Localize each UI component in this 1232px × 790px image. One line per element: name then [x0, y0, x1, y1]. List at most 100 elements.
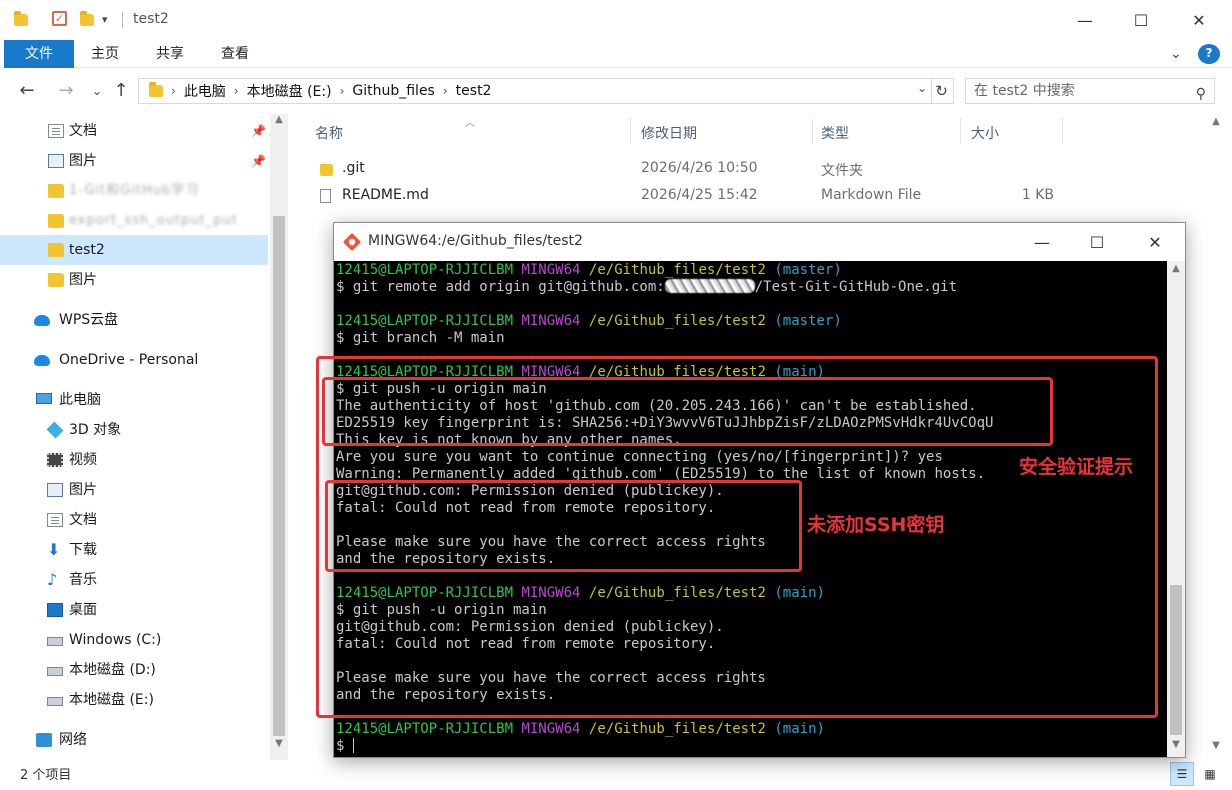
- nav-item-network[interactable]: 网络: [0, 725, 268, 755]
- recent-locations-button[interactable]: ⌄: [86, 84, 108, 98]
- computer-icon: [36, 393, 52, 404]
- new-folder-icon[interactable]: [80, 11, 96, 27]
- nav-item-pictures-folder[interactable]: 图片: [0, 265, 268, 295]
- column-type[interactable]: 类型: [821, 123, 849, 143]
- back-button[interactable]: ←: [16, 80, 38, 101]
- nav-item-onedrive[interactable]: OneDrive - Personal: [0, 345, 268, 375]
- picture-icon: [48, 154, 64, 168]
- content-scrollbar[interactable]: ▲ ▼: [1207, 40, 1225, 760]
- nav-item-label: 本地磁盘 (D:): [69, 662, 156, 678]
- nav-item-test2[interactable]: test2: [0, 235, 268, 265]
- nav-item-this-pc[interactable]: 此电脑: [0, 385, 268, 415]
- column-modified[interactable]: 修改日期: [641, 123, 697, 143]
- scroll-down-icon[interactable]: ▼: [270, 738, 288, 749]
- nav-item-pictures-pinned[interactable]: 图片 📌: [0, 146, 268, 176]
- terminal-close-button[interactable]: ✕: [1127, 223, 1183, 261]
- pin-icon: 📌: [251, 124, 266, 138]
- nav-item-3d-objects[interactable]: 3D 对象: [0, 415, 268, 445]
- tab-view[interactable]: 查看: [205, 40, 265, 68]
- properties-check-icon[interactable]: ✓: [52, 11, 68, 27]
- large-icons-view-button[interactable]: ▦: [1198, 762, 1222, 786]
- nav-item-label: test2: [69, 242, 105, 258]
- cloud-icon: [34, 315, 50, 326]
- nav-item-label: 桌面: [69, 602, 97, 618]
- file-row[interactable]: .git 2026/4/26 10:50 文件夹: [300, 156, 1232, 182]
- nav-item-drive-e[interactable]: 本地磁盘 (E:): [0, 685, 268, 715]
- terminal-scrollbar[interactable]: ▲ ▼: [1167, 261, 1185, 757]
- breadcrumb-test2[interactable]: test2: [456, 83, 492, 99]
- nav-pane-scrollbar[interactable]: ▲ ▼: [270, 114, 288, 760]
- scroll-up-icon[interactable]: ▲: [1167, 263, 1185, 274]
- search-input[interactable]: 在 test2 中搜索 ⚲: [965, 78, 1215, 104]
- minimize-button[interactable]: —: [1056, 0, 1114, 40]
- folder-icon: [149, 82, 163, 97]
- column-divider[interactable]: [1062, 118, 1063, 144]
- prompt-env: MINGW64: [521, 262, 581, 278]
- nav-item-blurred-folder[interactable]: 1-Git和GitHub学习: [0, 176, 268, 206]
- nav-item-pictures[interactable]: 图片: [0, 475, 268, 505]
- terminal-title-bar[interactable]: MINGW64:/e/Github_files/test2 — ☐ ✕: [334, 223, 1185, 261]
- drive-icon: [47, 667, 63, 676]
- scroll-down-icon[interactable]: ▼: [1207, 740, 1225, 751]
- address-bar[interactable]: › 此电脑 › 本地磁盘 (E:) › Github_files › test2…: [138, 78, 932, 104]
- nav-item-drive-d[interactable]: 本地磁盘 (D:): [0, 655, 268, 685]
- prompt-env: MINGW64: [521, 721, 581, 737]
- nav-item-drive-c[interactable]: Windows (C:): [0, 625, 268, 655]
- column-divider[interactable]: [812, 118, 813, 144]
- tab-file[interactable]: 文件: [4, 40, 74, 68]
- column-name[interactable]: 名称: [315, 123, 343, 143]
- prompt-user: 12415@LAPTOP-RJJICLBM: [336, 721, 514, 737]
- details-view-button[interactable]: ☰: [1170, 762, 1194, 786]
- prompt-user: 12415@LAPTOP-RJJICLBM: [336, 313, 514, 329]
- scroll-down-icon[interactable]: ▼: [1167, 739, 1185, 750]
- nav-item-documents[interactable]: 文档: [0, 505, 268, 535]
- nav-item-videos[interactable]: 视频: [0, 445, 268, 475]
- nav-item-desktop[interactable]: 桌面: [0, 595, 268, 625]
- nav-item-wps-cloud[interactable]: WPS云盘: [0, 305, 268, 335]
- scroll-up-icon[interactable]: ▲: [270, 114, 288, 125]
- terminal-text: $ git remote add origin git@github.com:: [336, 279, 665, 295]
- file-list-header: ︿ 名称 修改日期 类型 大小: [300, 114, 1232, 148]
- scrollbar-thumb[interactable]: [1170, 585, 1182, 735]
- maximize-button[interactable]: ☐: [1112, 0, 1170, 40]
- nav-item-documents-pinned[interactable]: 文档 📌: [0, 116, 268, 146]
- redaction-scribble: [664, 279, 755, 293]
- breadcrumb-this-pc[interactable]: 此电脑: [184, 81, 226, 101]
- tab-home[interactable]: 主页: [75, 40, 135, 68]
- folder-icon[interactable]: [14, 11, 30, 27]
- up-button[interactable]: ↑: [110, 80, 132, 101]
- prompt-path: /e/Github_files/test2: [588, 262, 766, 278]
- folder-icon: [48, 184, 64, 198]
- forward-button[interactable]: →: [55, 80, 77, 101]
- item-count: 2 个项目: [20, 768, 72, 783]
- terminal-prompt-line: 12415@LAPTOP-RJJICLBM MINGW64 /e/Github_…: [336, 262, 1167, 279]
- scroll-up-icon[interactable]: ▲: [1207, 116, 1225, 127]
- annotation-security-prompt: 安全验证提示: [1019, 456, 1134, 478]
- prompt-env: MINGW64: [521, 313, 581, 329]
- terminal-minimize-button[interactable]: —: [1014, 223, 1070, 261]
- column-divider[interactable]: [960, 118, 961, 144]
- folder-icon: [48, 243, 64, 257]
- column-size[interactable]: 大小: [971, 123, 999, 143]
- terminal-input-line: $: [336, 738, 1167, 755]
- download-icon: ⬇: [47, 540, 61, 559]
- address-dropdown-icon[interactable]: ⌄: [917, 81, 927, 95]
- file-row[interactable]: README.md 2026/4/25 15:42 Markdown File …: [300, 183, 1232, 209]
- close-button[interactable]: ✕: [1170, 0, 1228, 40]
- terminal-output-line: $ git branch -M main: [336, 330, 1167, 347]
- scrollbar-thumb[interactable]: [273, 216, 285, 736]
- nav-item-downloads[interactable]: ⬇ 下载: [0, 535, 268, 565]
- nav-item-music[interactable]: ♪ 音乐: [0, 565, 268, 595]
- ribbon-collapse-button[interactable]: ⌄: [1170, 40, 1190, 68]
- prompt-branch: (master): [774, 313, 842, 329]
- column-divider[interactable]: [630, 118, 631, 144]
- breadcrumb-github-files[interactable]: Github_files: [352, 83, 434, 99]
- nav-item-blurred-folder[interactable]: export_ssh_output_put: [0, 206, 268, 236]
- cloud-icon: [34, 355, 50, 366]
- file-name: README.md: [342, 187, 429, 203]
- breadcrumb-drive-e[interactable]: 本地磁盘 (E:): [247, 81, 332, 101]
- refresh-button[interactable]: ↻: [930, 78, 954, 104]
- terminal-maximize-button[interactable]: ☐: [1069, 223, 1125, 261]
- tab-share[interactable]: 共享: [140, 40, 200, 68]
- quick-access-dropdown[interactable]: ▾: [102, 13, 118, 29]
